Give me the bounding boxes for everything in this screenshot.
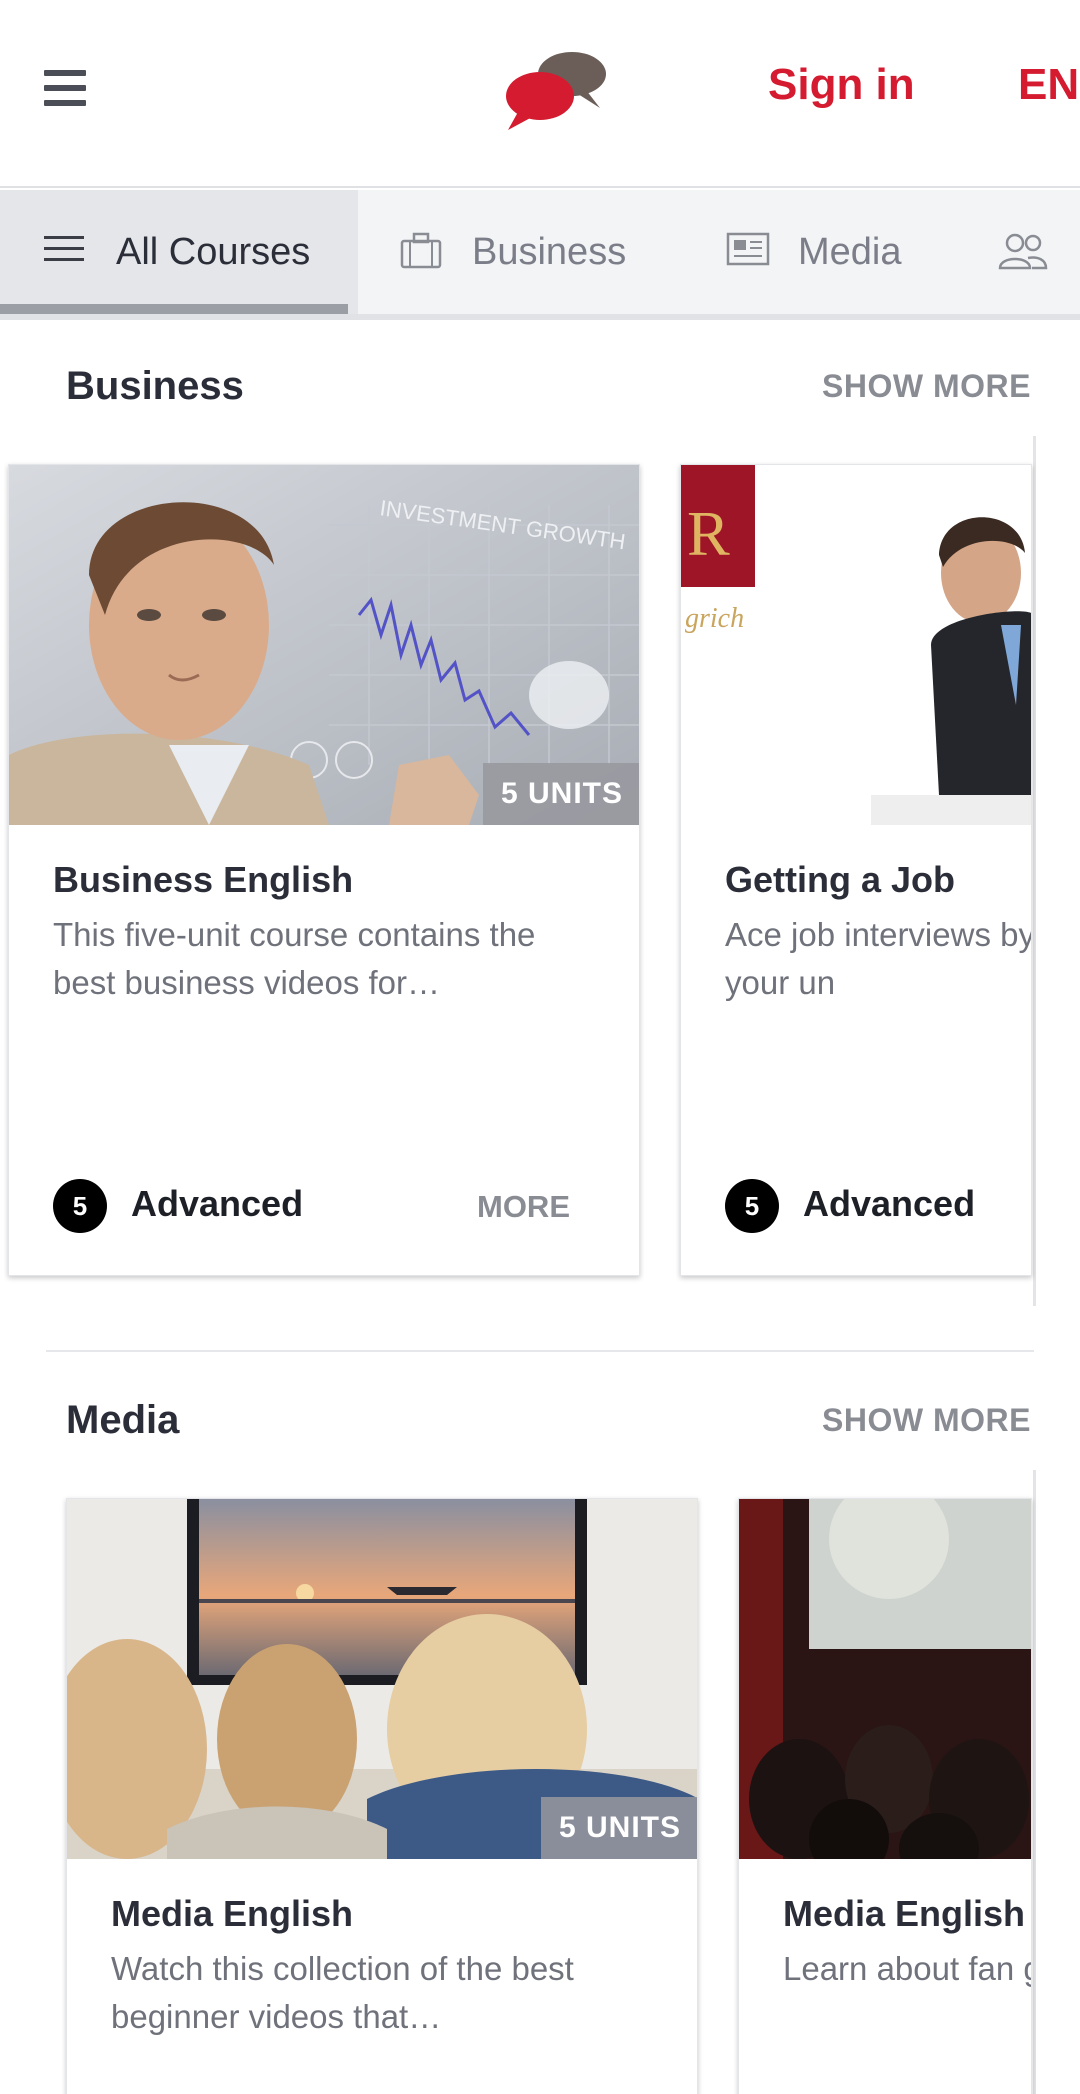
tab-business[interactable]: Business — [400, 190, 700, 314]
tab-all-courses[interactable]: All Courses — [0, 190, 358, 314]
carousel-edge — [1033, 436, 1036, 1306]
units-badge: 5 UNITS — [482, 763, 639, 825]
course-description: Learn about fan great movies, in — [783, 1950, 1031, 1987]
category-tabs: All Courses Business Media — [0, 190, 1080, 320]
level-label: Advanced — [803, 1183, 976, 1224]
level-label: Advanced — [131, 1183, 304, 1224]
course-description: This five-unit course contains the best … — [53, 916, 536, 1001]
tab-label: Media — [798, 230, 902, 273]
hamburger-icon[interactable] — [44, 70, 86, 106]
tab-people[interactable] — [998, 190, 1080, 314]
tab-label: Business — [472, 230, 627, 273]
course-thumbnail — [739, 1499, 1031, 1859]
show-more-media-button[interactable]: SHOW MORE — [822, 1402, 1031, 1439]
newspaper-icon — [726, 232, 774, 272]
show-more-business-button[interactable]: SHOW MORE — [822, 368, 1031, 405]
svg-text:grich: grich — [685, 603, 744, 634]
section-title-business: Business — [66, 364, 244, 408]
course-thumbnail: 5 UNITS — [67, 1499, 697, 1859]
section-title-media: Media — [66, 1398, 180, 1442]
app-header: Sign in EN — [0, 0, 1080, 188]
level-number-badge: 5 — [725, 1179, 779, 1233]
course-card-getting-a-job[interactable]: R grich Getting a Job Ace job interviews… — [680, 464, 1032, 1276]
course-description: Watch this collection of the best beginn… — [111, 1950, 574, 2035]
section-divider — [46, 1350, 1034, 1352]
tab-media[interactable]: Media — [726, 190, 986, 314]
level-number-badge: 5 — [53, 1179, 107, 1233]
carousel-edge — [1033, 1470, 1036, 2094]
list-icon — [44, 232, 92, 272]
svg-text:R: R — [687, 498, 730, 569]
more-button[interactable]: MORE — [477, 1189, 570, 1225]
course-title: Media English — [783, 1893, 1026, 1934]
course-thumbnail: INVESTMENT GROWTH 5 UNITS — [9, 465, 639, 825]
speech-bubbles-logo[interactable] — [500, 50, 612, 132]
course-title: Getting a Job — [725, 859, 956, 900]
sign-in-link[interactable]: Sign in — [768, 60, 915, 110]
language-selector[interactable]: EN — [1018, 60, 1079, 110]
briefcase-icon — [400, 232, 448, 272]
units-badge: 5 UNITS — [540, 1797, 697, 1859]
course-card-media-english[interactable]: 5 UNITS Media English Watch this collect… — [66, 1498, 698, 2094]
course-title: Media English — [111, 1893, 354, 1934]
people-icon — [998, 232, 1048, 272]
course-card-media-english-2[interactable]: Media English Learn about fan great movi… — [738, 1498, 1032, 2094]
course-thumbnail: R grich — [681, 465, 1031, 825]
tab-label: All Courses — [116, 230, 311, 273]
course-title: Business English — [53, 859, 354, 900]
course-card-business-english[interactable]: INVESTMENT GROWTH 5 UNITS Business Engli… — [8, 464, 640, 1276]
course-description: Ace job interviews by highlighting your … — [725, 916, 1032, 1001]
